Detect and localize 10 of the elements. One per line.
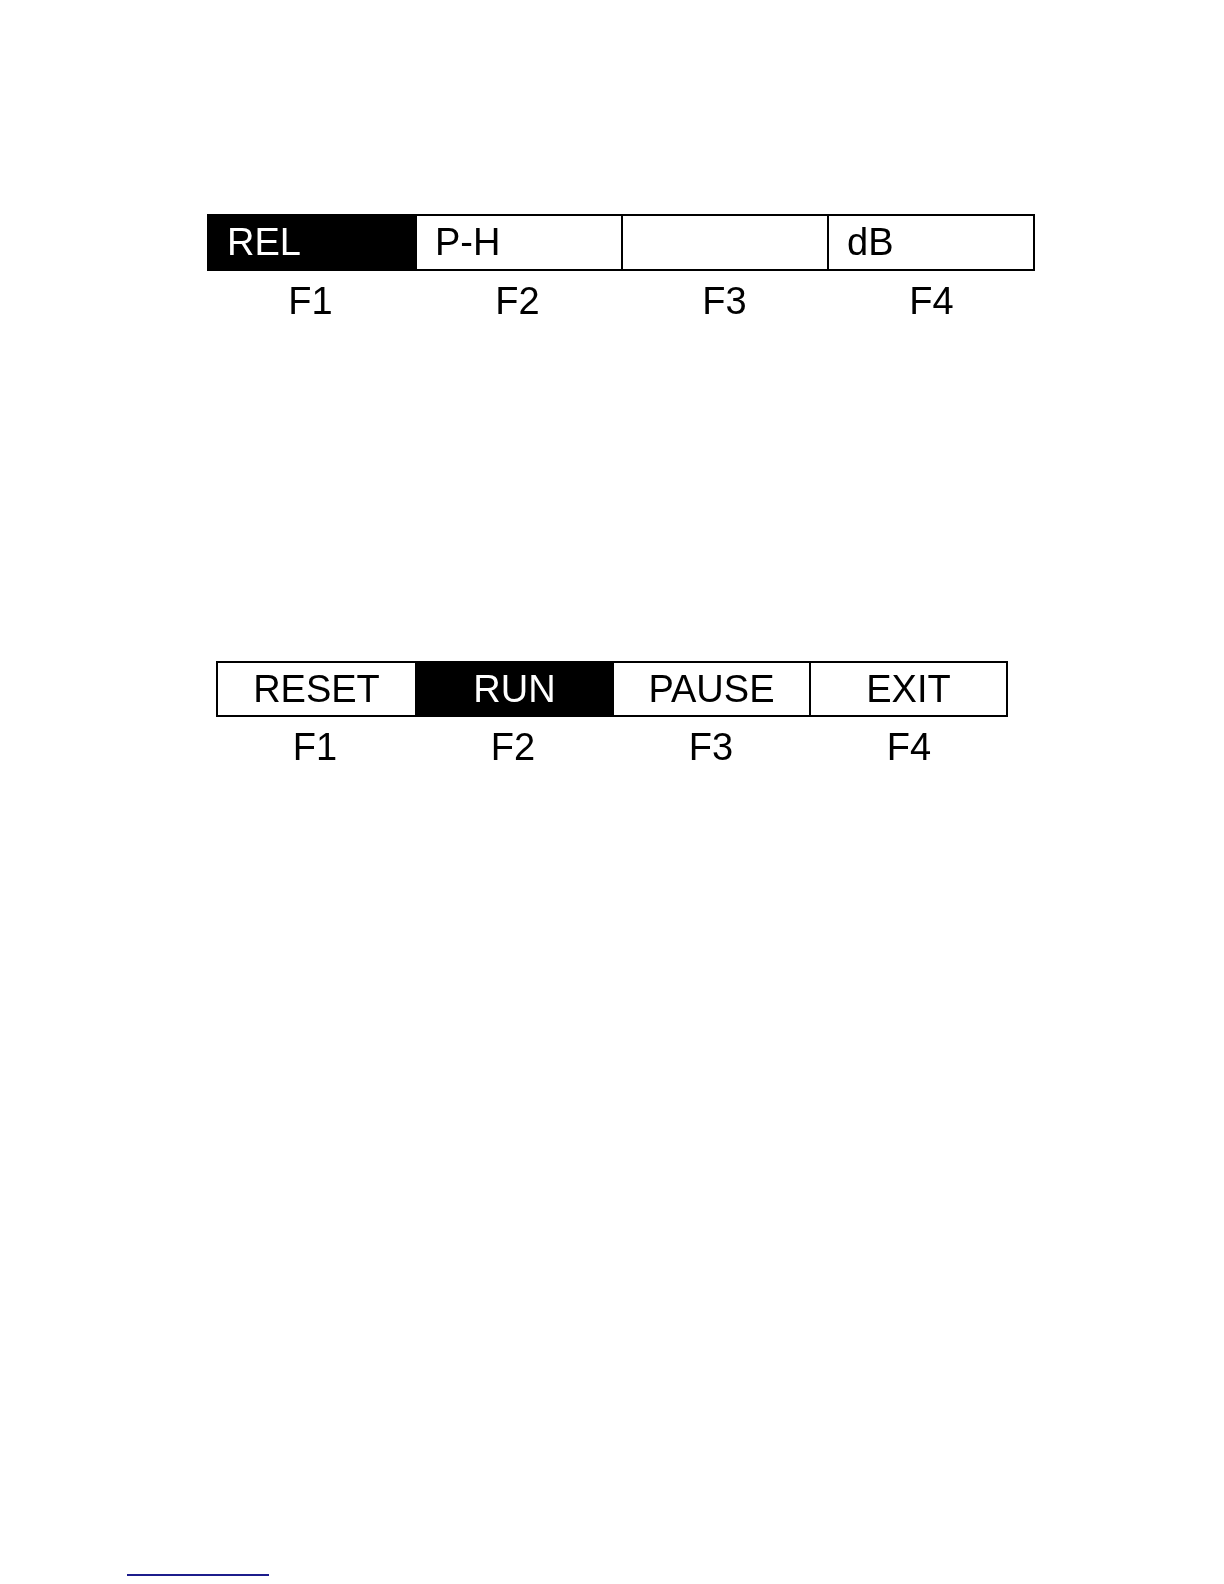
function-key-label: F2 xyxy=(490,726,536,769)
function-key-label: F2 xyxy=(495,280,540,323)
function-key-label: F1 xyxy=(288,280,333,323)
function-key-label: F4 xyxy=(909,280,954,323)
softkey-button[interactable]: REL xyxy=(209,216,415,269)
function-key-label: F4 xyxy=(886,726,932,769)
softkey-button[interactable]: RUN xyxy=(415,663,612,715)
function-key-label: F1 xyxy=(292,726,338,769)
function-key-label: F3 xyxy=(702,280,747,323)
function-key-label: F3 xyxy=(688,726,734,769)
